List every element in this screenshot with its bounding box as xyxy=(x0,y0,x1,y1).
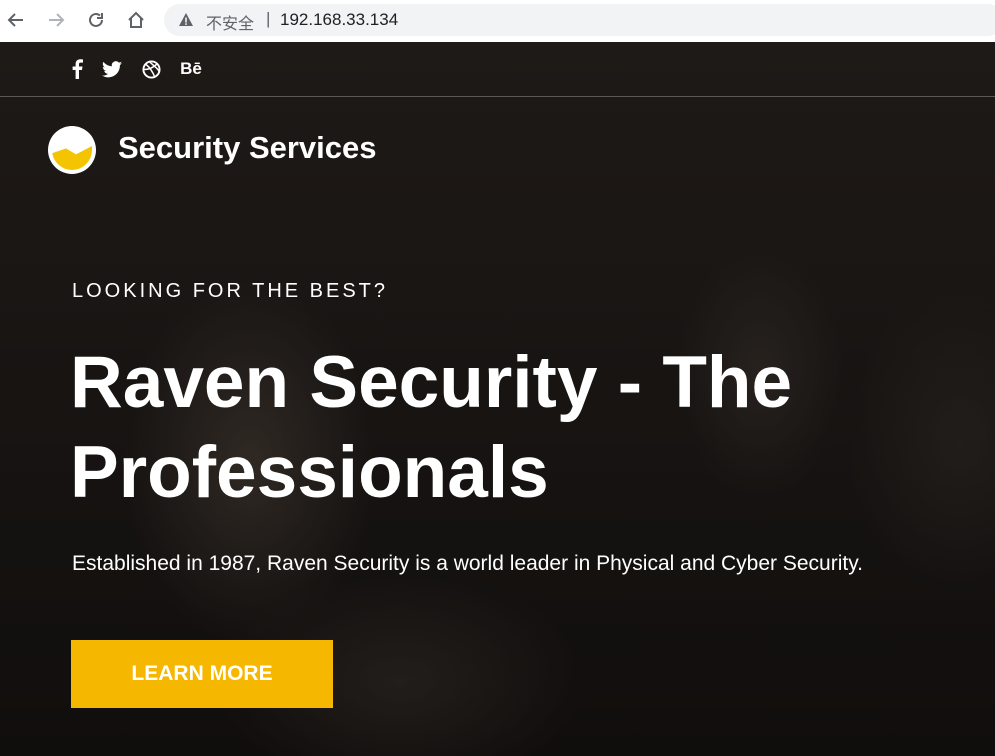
headline-line-2: Professionals xyxy=(70,432,549,513)
hero-section: Bē Security Services LOOKING FOR THE BES… xyxy=(0,42,995,756)
forward-button[interactable] xyxy=(44,8,68,32)
header-divider xyxy=(0,96,995,97)
behance-link[interactable]: Bē xyxy=(178,58,204,80)
forward-arrow-icon xyxy=(49,13,65,27)
dribbble-icon xyxy=(141,59,161,79)
hero-headline: Raven Security - The Professionals xyxy=(70,338,970,518)
back-button[interactable] xyxy=(4,8,28,32)
back-arrow-icon xyxy=(7,13,23,27)
address-separator: | xyxy=(266,9,271,28)
hero-eyebrow: LOOKING FOR THE BEST? xyxy=(72,280,389,302)
browser-toolbar: 不安全 | 192.168.33.134 xyxy=(0,0,995,43)
facebook-icon xyxy=(72,59,83,79)
url-text[interactable]: 192.168.33.134 xyxy=(280,10,398,30)
hero-content: Bē Security Services LOOKING FOR THE BES… xyxy=(0,42,995,756)
brand-logo[interactable] xyxy=(48,126,96,174)
home-button[interactable] xyxy=(124,8,148,32)
reload-button[interactable] xyxy=(84,8,108,32)
security-status: 不安全 xyxy=(206,14,255,33)
reload-icon xyxy=(89,12,103,27)
learn-more-button[interactable]: LEARN MORE xyxy=(71,640,333,708)
warning-icon xyxy=(179,13,193,26)
facebook-link[interactable] xyxy=(68,58,86,80)
twitter-link[interactable] xyxy=(101,58,123,80)
twitter-icon xyxy=(102,60,122,77)
headline-line-1: Raven Security - The xyxy=(70,342,793,423)
home-icon xyxy=(128,11,144,28)
dribbble-link[interactable] xyxy=(140,58,162,80)
address-bar[interactable]: 不安全 | 192.168.33.134 xyxy=(164,4,995,36)
brand-name[interactable]: Security Services xyxy=(118,130,377,166)
hero-tagline: Established in 1987, Raven Security is a… xyxy=(72,552,864,575)
